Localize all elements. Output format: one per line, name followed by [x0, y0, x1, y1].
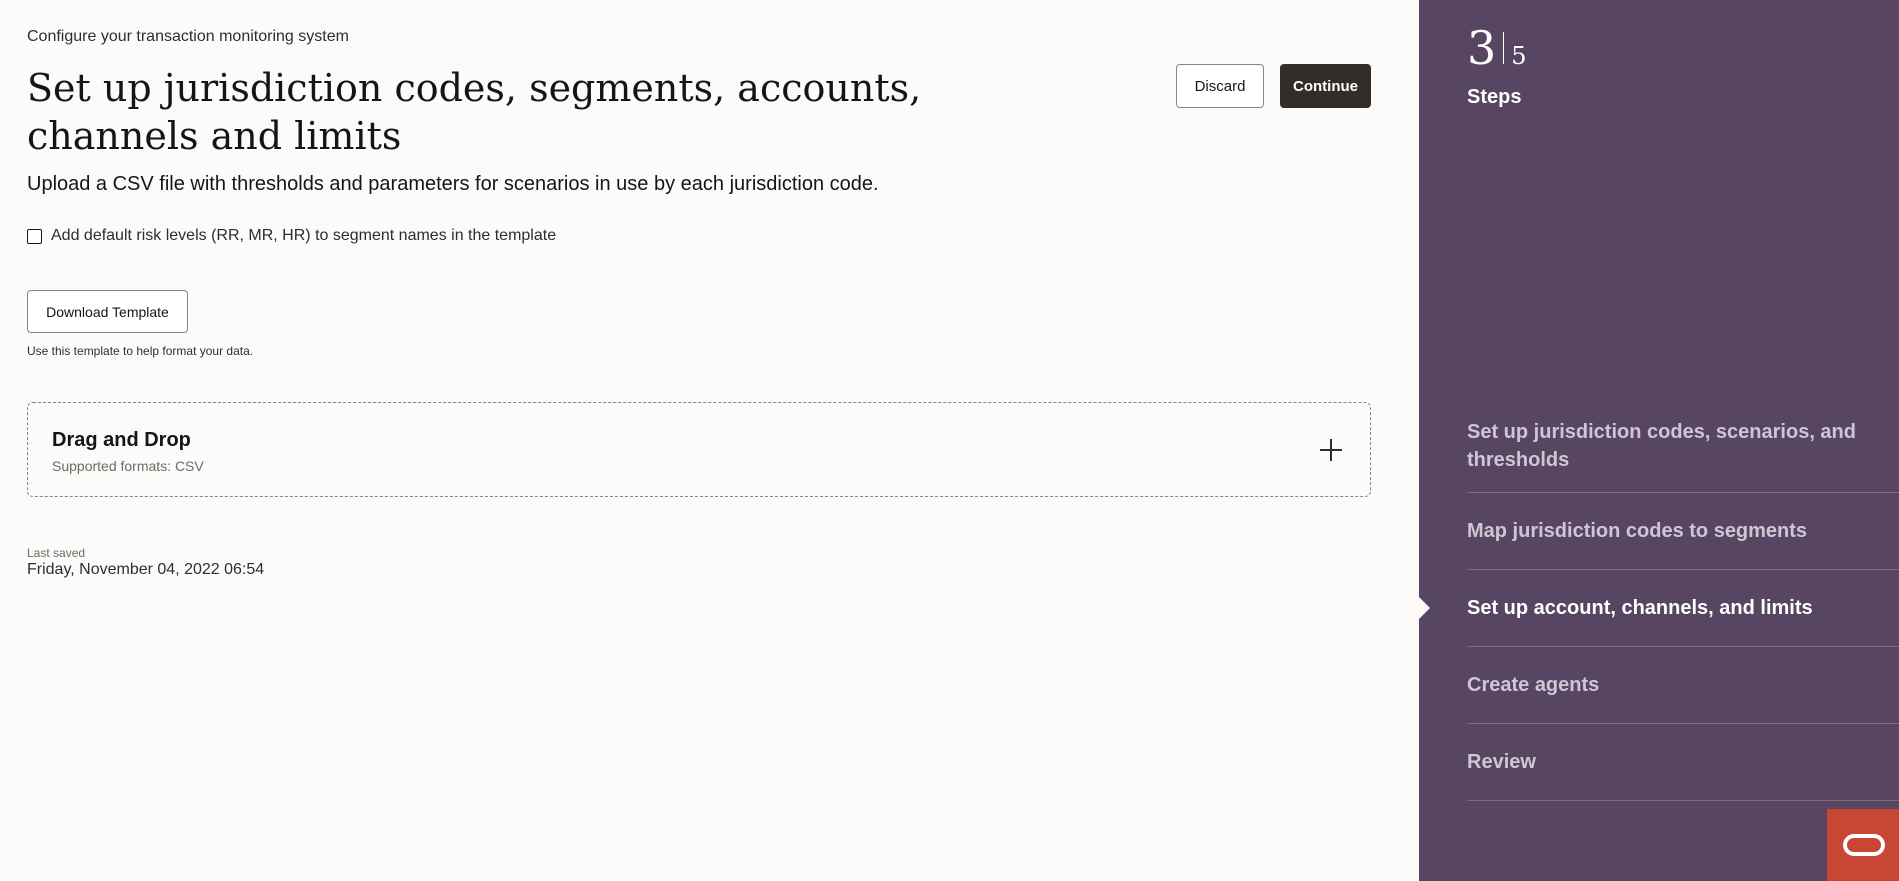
- step-item-accounts-channels-limits[interactable]: Set up account, channels, and limits: [1419, 570, 1899, 647]
- file-dropzone[interactable]: Drag and Drop Supported formats: CSV: [27, 402, 1371, 497]
- risk-levels-checkbox[interactable]: [27, 228, 42, 244]
- discard-button[interactable]: Discard: [1176, 64, 1264, 108]
- step-item-review[interactable]: Review: [1467, 724, 1899, 801]
- step-item-label: Set up jurisdiction codes, scenarios, an…: [1467, 421, 1856, 471]
- risk-levels-option[interactable]: Add default risk levels (RR, MR, HR) to …: [27, 227, 556, 245]
- download-template-button[interactable]: Download Template: [27, 290, 188, 333]
- step-current: 3: [1467, 21, 1497, 75]
- dropzone-title: Drag and Drop: [52, 429, 191, 451]
- step-item-create-agents[interactable]: Create agents: [1467, 647, 1899, 724]
- step-item-label: Map jurisdiction codes to segments: [1467, 520, 1808, 542]
- page-title: Set up jurisdiction codes, segments, acc…: [27, 66, 922, 158]
- step-list: Set up jurisdiction codes, scenarios, an…: [1419, 400, 1899, 801]
- oracle-chat-icon: [1843, 834, 1885, 856]
- last-saved-label: Last saved: [27, 546, 86, 560]
- page-eyebrow: Configure your transaction monitoring sy…: [27, 28, 349, 45]
- plus-icon[interactable]: [1320, 439, 1342, 461]
- step-item-label: Set up account, channels, and limits: [1467, 597, 1813, 619]
- dropzone-formats: Supported formats: CSV: [52, 458, 204, 474]
- step-item-label: Review: [1467, 751, 1536, 773]
- step-item-label: Create agents: [1467, 674, 1600, 696]
- steps-panel: 3 5 Steps Set up jurisdiction codes, sce…: [1419, 0, 1899, 881]
- steps-label: Steps: [1467, 86, 1522, 108]
- step-total: 5: [1511, 42, 1527, 70]
- step-counter: 3 5: [1467, 22, 1527, 74]
- continue-button[interactable]: Continue: [1280, 64, 1371, 108]
- risk-levels-label: Add default risk levels (RR, MR, HR) to …: [51, 227, 557, 244]
- help-assistant-button[interactable]: [1827, 809, 1899, 881]
- template-help-text: Use this template to help format your da…: [27, 344, 254, 358]
- page-subtitle: Upload a CSV file with thresholds and pa…: [27, 173, 879, 195]
- step-item-jurisdiction-codes[interactable]: Set up jurisdiction codes, scenarios, an…: [1467, 400, 1899, 493]
- step-divider: [1503, 32, 1505, 64]
- step-item-map-segments[interactable]: Map jurisdiction codes to segments: [1467, 493, 1899, 570]
- main-content: Configure your transaction monitoring sy…: [0, 0, 1419, 881]
- last-saved-value: Friday, November 04, 2022 06:54: [27, 561, 265, 578]
